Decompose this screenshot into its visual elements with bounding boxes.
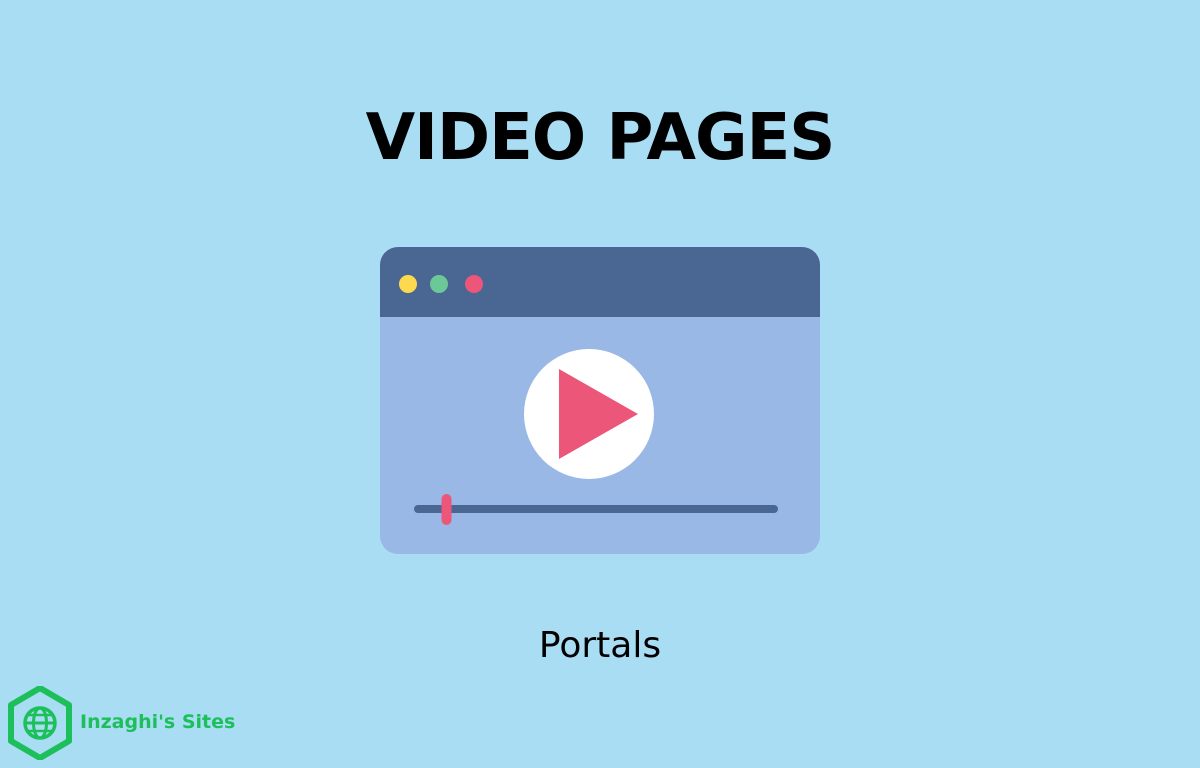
brand-name: Inzaghi's Sites [80, 711, 236, 733]
page-title: VIDEO PAGES [365, 101, 836, 175]
page-subtitle: Portals [538, 625, 662, 666]
window-dot-green [430, 275, 448, 293]
page-canvas: VIDEO PAGES Portals Inzaghi's Sites [0, 0, 1200, 768]
window-dot-yellow [399, 275, 417, 293]
video-player-icon [380, 247, 820, 554]
window-dot-red [465, 275, 483, 293]
globe-hexagon-icon [8, 686, 72, 760]
progress-handle [441, 494, 452, 525]
brand-logo-area: Inzaghi's Sites [8, 686, 268, 760]
